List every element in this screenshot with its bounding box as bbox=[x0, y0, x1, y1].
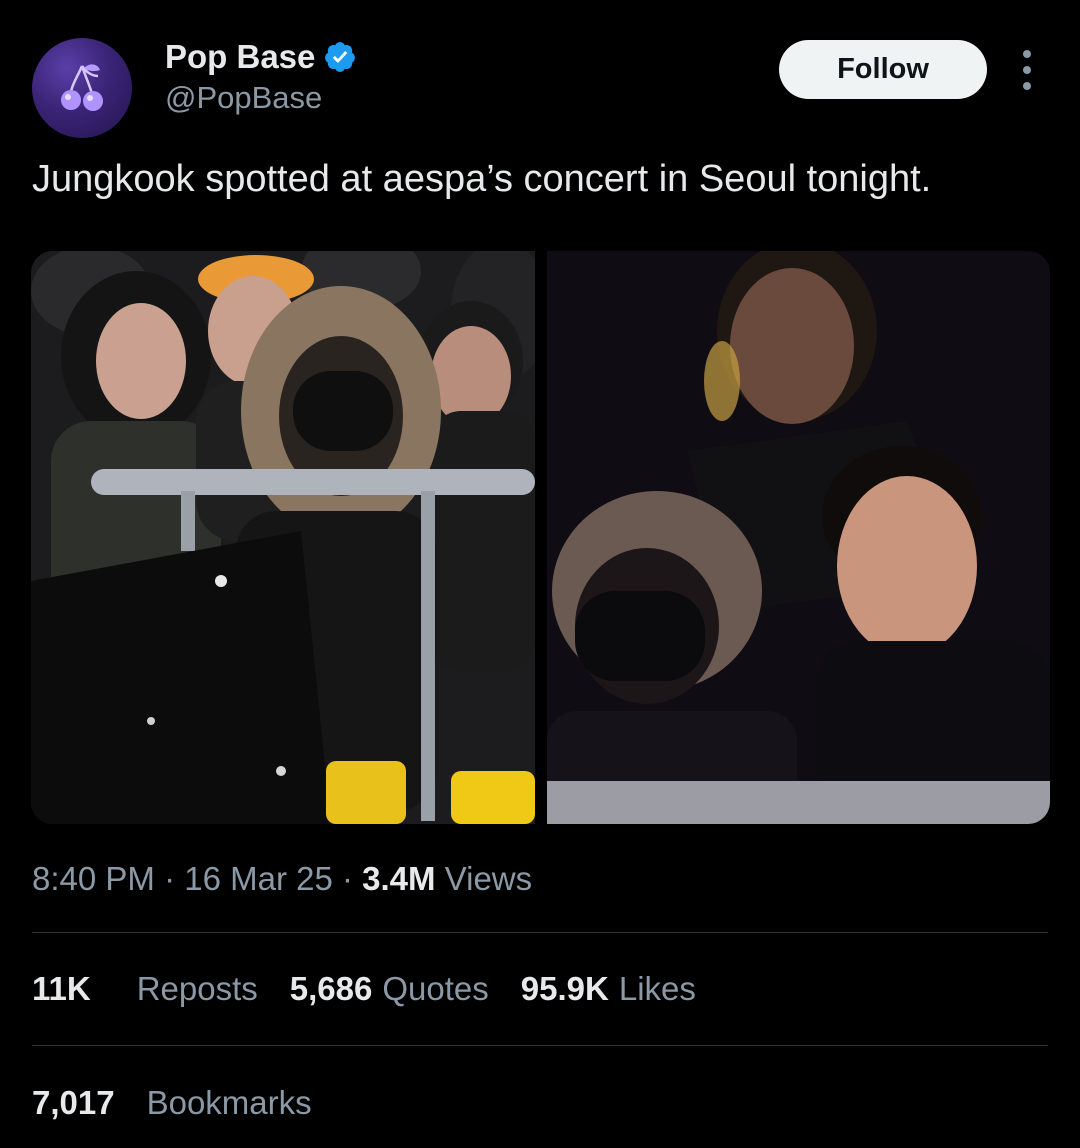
reposts-count: 11K bbox=[32, 970, 91, 1007]
verified-badge-icon bbox=[325, 42, 356, 72]
more-dot bbox=[1023, 50, 1031, 58]
quotes-stat[interactable]: 5,686 Quotes bbox=[290, 970, 489, 1008]
quotes-count: 5,686 bbox=[289, 970, 373, 1007]
reposts-label: Reposts bbox=[136, 970, 258, 1007]
cherry-icon bbox=[61, 64, 103, 111]
bookmarks-label: Bookmarks bbox=[146, 1084, 312, 1121]
likes-stat[interactable]: 95.9K Likes bbox=[521, 970, 696, 1008]
tweet-photo-1[interactable] bbox=[31, 251, 535, 824]
tweet-meta: 8:40 PM · 16 Mar 25 · 3.4M Views bbox=[32, 860, 532, 898]
views-label: Views bbox=[435, 860, 533, 897]
author-name[interactable]: Pop Base bbox=[165, 38, 315, 76]
more-options-icon[interactable] bbox=[1012, 50, 1042, 90]
likes-label: Likes bbox=[618, 970, 696, 1007]
media-grid bbox=[31, 251, 1050, 824]
more-dot bbox=[1023, 82, 1031, 90]
tweet-time[interactable]: 8:40 PM bbox=[32, 860, 155, 897]
meta-separator: · bbox=[332, 860, 363, 897]
reposts-label-wrap[interactable]: Reposts bbox=[137, 970, 258, 1008]
engagement-stats: 11K Reposts 5,686 Quotes 95.9K Likes bbox=[32, 970, 696, 1008]
photo-2-illustration bbox=[547, 251, 1050, 824]
more-dot bbox=[1023, 66, 1031, 74]
meta-separator: · bbox=[154, 860, 185, 897]
reposts-stat[interactable]: 11K bbox=[32, 970, 91, 1008]
photo-1-illustration bbox=[31, 251, 535, 824]
bookmarks-count: 7,017 bbox=[32, 1084, 115, 1121]
author-name-row[interactable]: Pop Base bbox=[165, 38, 357, 76]
author-handle[interactable]: @PopBase bbox=[165, 80, 322, 116]
tweet-photo-2[interactable] bbox=[547, 251, 1050, 824]
divider bbox=[32, 1045, 1048, 1046]
bookmarks-stat[interactable]: 7,017 Bookmarks bbox=[32, 1084, 312, 1122]
likes-count: 95.9K bbox=[520, 970, 609, 1007]
quotes-label: Quotes bbox=[382, 970, 489, 1007]
views-count: 3.4M bbox=[362, 860, 436, 897]
follow-button[interactable]: Follow bbox=[779, 40, 987, 99]
divider bbox=[32, 932, 1048, 933]
profile-avatar[interactable] bbox=[32, 38, 132, 138]
tweet-date[interactable]: 16 Mar 25 bbox=[184, 860, 333, 897]
tweet-text: Jungkook spotted at aespa’s concert in S… bbox=[32, 158, 932, 200]
